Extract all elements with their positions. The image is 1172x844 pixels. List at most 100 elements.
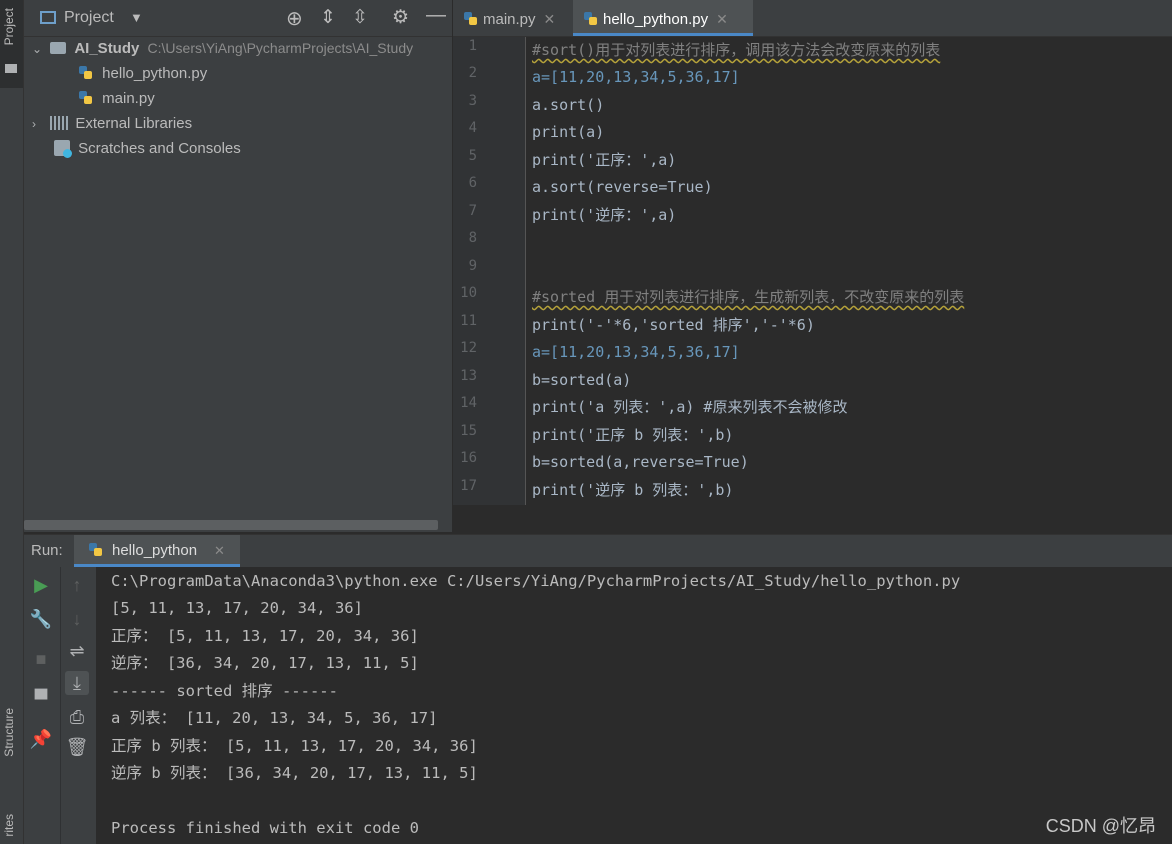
gear-icon[interactable]: ⚙ xyxy=(392,6,409,29)
folder-icon xyxy=(50,42,67,54)
stop-icon[interactable]: ■ xyxy=(29,647,53,671)
console-line: C:\ProgramData\Anaconda3\python.exe C:/U… xyxy=(111,572,961,590)
tree-item-hello-python[interactable]: hello_python.py xyxy=(78,61,207,86)
pin-icon[interactable]: 📌 xyxy=(29,727,53,751)
arrow-down-icon[interactable]: ↓ xyxy=(65,607,89,631)
watermark: CSDN @忆昂 xyxy=(1045,816,1156,836)
print-icon[interactable]: ⎙ xyxy=(65,705,89,729)
expand-all-icon[interactable]: ⇕ xyxy=(320,6,336,29)
close-icon[interactable]: ✕ xyxy=(716,11,728,27)
soft-wrap-icon[interactable]: ⇌ xyxy=(65,639,89,663)
console-line: Process finished with exit code 0 xyxy=(111,819,419,837)
chevron-right-icon[interactable]: › xyxy=(32,112,46,137)
tab-main-py[interactable]: main.py ✕ xyxy=(453,0,571,36)
wrench-icon[interactable]: 🔧 xyxy=(29,607,53,631)
line-number: 3 xyxy=(468,93,477,109)
code-line: print('-'*6,'sorted 排序','-'*6) xyxy=(532,316,815,334)
run-tab-label: hello_python xyxy=(112,542,198,559)
close-icon[interactable]: ✕ xyxy=(214,543,225,559)
arrow-up-icon[interactable]: ↑ xyxy=(65,573,89,597)
code-line: a=[11,20,13,34,5,36,17] xyxy=(532,343,740,361)
line-number: 9 xyxy=(468,258,477,274)
python-file-icon xyxy=(79,66,92,79)
favorites-tool-tab[interactable]: rites xyxy=(0,808,23,844)
tree-item-ai-study[interactable]: ⌄ AI_Study C:\Users\YiAng\PycharmProject… xyxy=(32,36,413,61)
code-line: b=sorted(a) xyxy=(532,371,632,389)
rerun-icon[interactable]: ▶ xyxy=(29,573,53,597)
scratches-icon xyxy=(54,140,72,158)
console-line: [5, 11, 13, 17, 20, 34, 36] xyxy=(111,599,363,617)
console-output[interactable]: C:\ProgramData\Anaconda3\python.exe C:/U… xyxy=(97,567,1172,844)
left-tool-stripe: Project Structure rites xyxy=(0,0,24,844)
line-number: 2 xyxy=(468,65,477,81)
structure-tool-label: Structure xyxy=(2,708,16,757)
project-tool-label: Project xyxy=(2,8,16,46)
tree-item-label: AI_Study xyxy=(74,40,140,57)
project-view-title[interactable]: Project xyxy=(64,9,114,27)
run-tab-hello-python[interactable]: hello_python ✕ xyxy=(74,535,240,567)
scroll-to-end-icon[interactable]: ⤓ xyxy=(65,671,89,695)
line-number: 14 xyxy=(460,395,477,411)
tab-label: hello_python.py xyxy=(603,11,709,28)
library-icon xyxy=(50,116,69,130)
line-number: 6 xyxy=(468,175,477,191)
locate-icon[interactable]: ⊕ xyxy=(286,6,303,31)
chevron-down-icon[interactable]: ▼ xyxy=(130,10,143,25)
code-line: print('正序 b 列表：',b) xyxy=(532,426,734,444)
line-number: 16 xyxy=(460,450,477,466)
line-number: 4 xyxy=(468,120,477,136)
project-horizontal-scrollbar[interactable] xyxy=(24,520,438,530)
line-number: 12 xyxy=(460,340,477,356)
tree-item-label: hello_python.py xyxy=(102,65,208,82)
run-toolbar: ▶ 🔧 ■ ▀ 📌 ↑ ↓ ⇌ ⤓ ⎙ 🗑 xyxy=(24,567,96,844)
code-line: a.sort() xyxy=(532,96,605,114)
python-file-icon xyxy=(79,91,92,104)
run-label: Run: xyxy=(31,542,63,559)
editor-bottom-area xyxy=(453,505,1172,532)
console-line: ------ sorted 排序 ------ xyxy=(111,682,338,700)
project-panel-header: Project ▼ ⊕ ⇕ ⇳ ⚙ — xyxy=(24,0,452,37)
project-panel: Project ▼ ⊕ ⇕ ⇳ ⚙ — ⌄ AI_Study C:\Users\… xyxy=(24,0,452,532)
chevron-down-icon[interactable]: ⌄ xyxy=(32,37,46,62)
tree-item-label: Scratches and Consoles xyxy=(78,140,241,157)
line-number: 5 xyxy=(468,148,477,164)
tab-hello-python-py[interactable]: hello_python.py ✕ xyxy=(573,0,753,36)
code-line: a.sort(reverse=True) xyxy=(532,178,713,196)
folder-icon xyxy=(5,64,17,73)
line-number: 15 xyxy=(460,423,477,439)
close-icon[interactable]: ✕ xyxy=(544,11,556,27)
project-view-icon xyxy=(40,11,56,24)
tree-item-label: main.py xyxy=(102,90,155,107)
code-line: print('逆序：',a) xyxy=(532,206,677,224)
tree-item-main[interactable]: main.py xyxy=(78,86,155,111)
python-file-icon xyxy=(89,543,102,556)
code-line: print(a) xyxy=(532,123,605,141)
tree-item-scratches[interactable]: Scratches and Consoles xyxy=(54,136,241,161)
project-tool-tab[interactable]: Project xyxy=(0,0,23,88)
editor-gutter: 1 2 3 4 5 6 7 8 9 10 11 12 13 14 15 16 1… xyxy=(453,37,525,505)
code-line: print('a 列表：',a) #原来列表不会被修改 xyxy=(532,398,848,416)
editor-tab-bar: main.py ✕ hello_python.py ✕ xyxy=(453,0,1172,37)
code-line: print('逆序 b 列表：',b) xyxy=(532,481,734,499)
code-line: #sort()用于对列表进行排序，调用该方法会改变原来的列表 xyxy=(532,41,941,59)
collapse-all-icon[interactable]: ⇳ xyxy=(352,6,368,29)
structure-tool-tab[interactable]: Structure xyxy=(0,700,23,792)
tab-label: main.py xyxy=(483,11,536,28)
tree-item-external-libraries[interactable]: › External Libraries xyxy=(32,111,192,136)
line-number: 1 xyxy=(468,38,477,54)
code-line: print('正序：',a) xyxy=(532,151,677,169)
code-line: #sorted 用于对列表进行排序，生成新列表，不改变原来的列表 xyxy=(532,288,965,306)
toolbar-divider xyxy=(60,567,61,844)
line-number: 7 xyxy=(468,203,477,219)
hide-panel-icon[interactable]: — xyxy=(426,4,446,27)
layout-icon[interactable]: ▀ xyxy=(29,687,53,711)
line-number: 8 xyxy=(468,230,477,246)
console-line: 逆序： [36, 34, 20, 17, 13, 11, 5] xyxy=(111,654,419,672)
console-line: 正序 b 列表： [5, 11, 13, 17, 20, 34, 36] xyxy=(111,737,478,755)
code-editor[interactable]: #sort()用于对列表进行排序，调用该方法会改变原来的列表 a=[11,20,… xyxy=(532,37,1172,505)
line-number: 17 xyxy=(460,478,477,494)
trash-icon[interactable]: 🗑 xyxy=(65,735,89,759)
console-line: 逆序 b 列表： [36, 34, 20, 17, 13, 11, 5] xyxy=(111,764,478,782)
gutter-divider xyxy=(525,37,526,505)
line-number: 11 xyxy=(460,313,477,329)
